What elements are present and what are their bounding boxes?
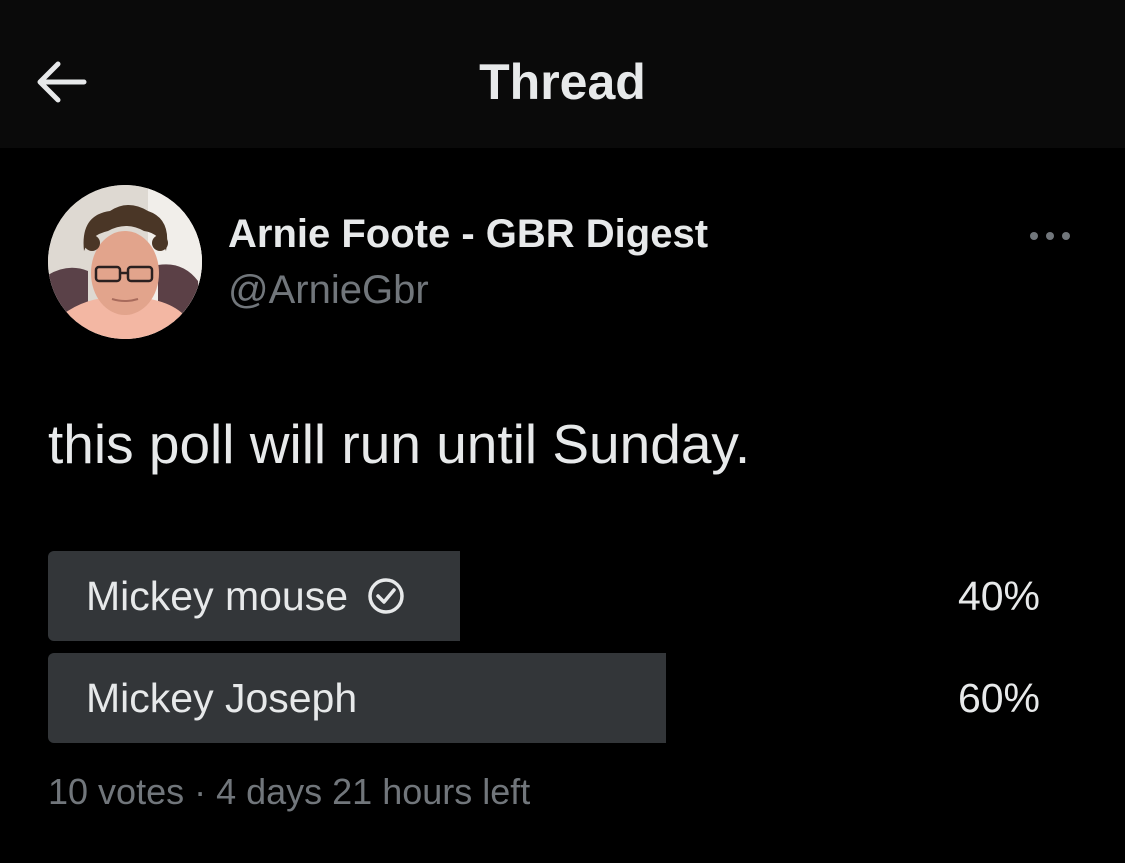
poll-option-label: Mickey Joseph	[86, 674, 358, 721]
page-title: Thread	[479, 54, 646, 110]
poll-meta: 10 votes · 4 days 21 hours left	[48, 771, 531, 812]
profile-photo	[48, 185, 202, 339]
author-handle[interactable]: @ArnieGbr	[228, 264, 429, 316]
poll-option[interactable]: Mickey mouse 40%	[48, 551, 1078, 641]
poll-option-percent: 40%	[957, 572, 1040, 619]
poll-option-label: Mickey mouse	[86, 572, 349, 619]
author-display-name[interactable]: Arnie Foote - GBR Digest	[228, 208, 708, 260]
poll-option[interactable]: Mickey Joseph 60%	[48, 653, 1078, 743]
poll-option-percent: 60%	[957, 674, 1040, 721]
more-options-button[interactable]	[1020, 216, 1080, 256]
check-circle-icon	[366, 576, 406, 616]
tweet-text: this poll will run until Sunday.	[48, 413, 751, 475]
more-horizontal-icon	[1030, 232, 1070, 240]
top-bar: Thread	[0, 0, 1125, 148]
avatar[interactable]	[48, 185, 202, 339]
